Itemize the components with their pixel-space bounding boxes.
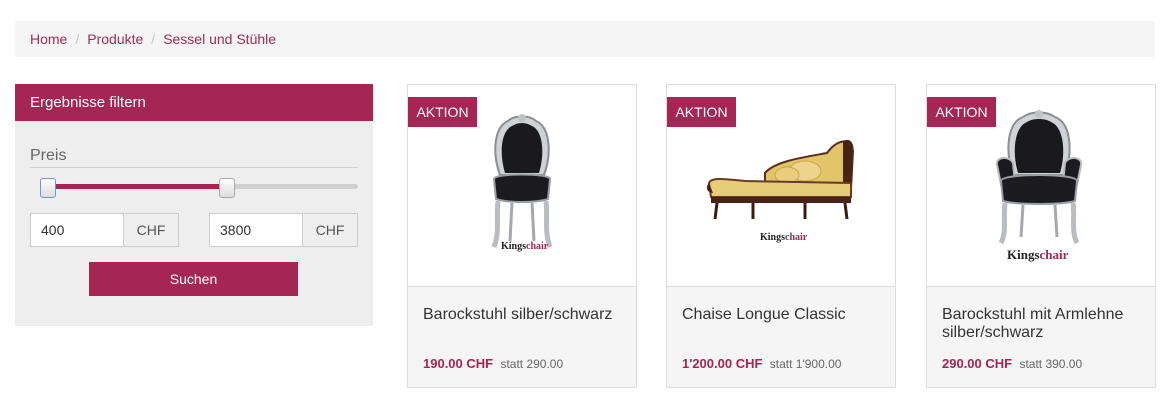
price-line: 190.00 CHF statt 290.00	[423, 356, 621, 371]
filter-panel: Ergebnisse filtern Preis CHF CHF Suchen	[15, 84, 373, 326]
baroque-chair-image	[491, 114, 553, 248]
product-old-price: statt 290.00	[500, 357, 564, 371]
product-price: 190.00 CHF	[423, 356, 494, 371]
brand-logo: Kingschair	[501, 241, 549, 252]
breadcrumb: Home / Produkte / Sessel und Stühle	[15, 21, 1155, 57]
product-old-price: statt 1'900.00	[769, 357, 842, 371]
price-slider-max-handle[interactable]	[219, 178, 235, 198]
price-slider-range	[47, 184, 229, 189]
breadcrumb-separator: /	[151, 31, 156, 47]
product-card[interactable]: Kingschair AKTION Barockstuhl silber/sch…	[407, 84, 637, 388]
search-button[interactable]: Suchen	[89, 262, 298, 296]
price-min-input[interactable]	[30, 213, 124, 247]
brand-logo: Kingschair	[1007, 247, 1069, 262]
product-info: Chaise Longue Classic 1'200.00 CHF statt…	[667, 286, 895, 387]
product-card[interactable]: Kingschair AKTION Barockstuhl mit Armleh…	[926, 84, 1156, 388]
breadcrumb-current[interactable]: Sessel und Stühle	[163, 31, 276, 47]
price-line: 1'200.00 CHF statt 1'900.00	[682, 356, 880, 371]
filter-title: Ergebnisse filtern	[15, 84, 373, 121]
product-info: Barockstuhl mit Armlehne silber/schwarz …	[927, 286, 1155, 387]
price-max-input[interactable]	[209, 213, 303, 247]
price-label: Preis	[30, 147, 358, 168]
sale-badge: AKTION	[667, 97, 736, 127]
baroque-armchair-image	[995, 110, 1083, 245]
sale-badge: AKTION	[408, 97, 477, 127]
product-name[interactable]: Barockstuhl mit Armlehne silber/schwarz	[942, 306, 1140, 344]
product-info: Barockstuhl silber/schwarz 190.00 CHF st…	[408, 286, 636, 387]
product-name[interactable]: Chaise Longue Classic	[682, 306, 880, 344]
product-old-price: statt 390.00	[1019, 357, 1083, 371]
price-max-group: CHF	[209, 213, 358, 247]
brand-logo: Kingschair	[760, 232, 808, 243]
product-price: 290.00 CHF	[942, 356, 1013, 371]
product-name[interactable]: Barockstuhl silber/schwarz	[423, 306, 621, 344]
currency-addon: CHF	[124, 213, 179, 247]
breadcrumb-produkte[interactable]: Produkte	[87, 31, 143, 47]
currency-addon: CHF	[303, 213, 358, 247]
price-line: 290.00 CHF statt 390.00	[942, 356, 1140, 371]
price-slider-min-handle[interactable]	[40, 178, 56, 198]
breadcrumb-home[interactable]: Home	[30, 31, 67, 47]
product-card[interactable]: Kingschair AKTION Chaise Longue Classic …	[666, 84, 896, 388]
sale-badge: AKTION	[927, 97, 996, 127]
price-min-group: CHF	[30, 213, 179, 247]
breadcrumb-separator: /	[75, 31, 80, 47]
chaise-longue-image	[706, 139, 855, 220]
price-slider-track[interactable]	[45, 184, 358, 189]
product-price: 1'200.00 CHF	[682, 356, 763, 371]
